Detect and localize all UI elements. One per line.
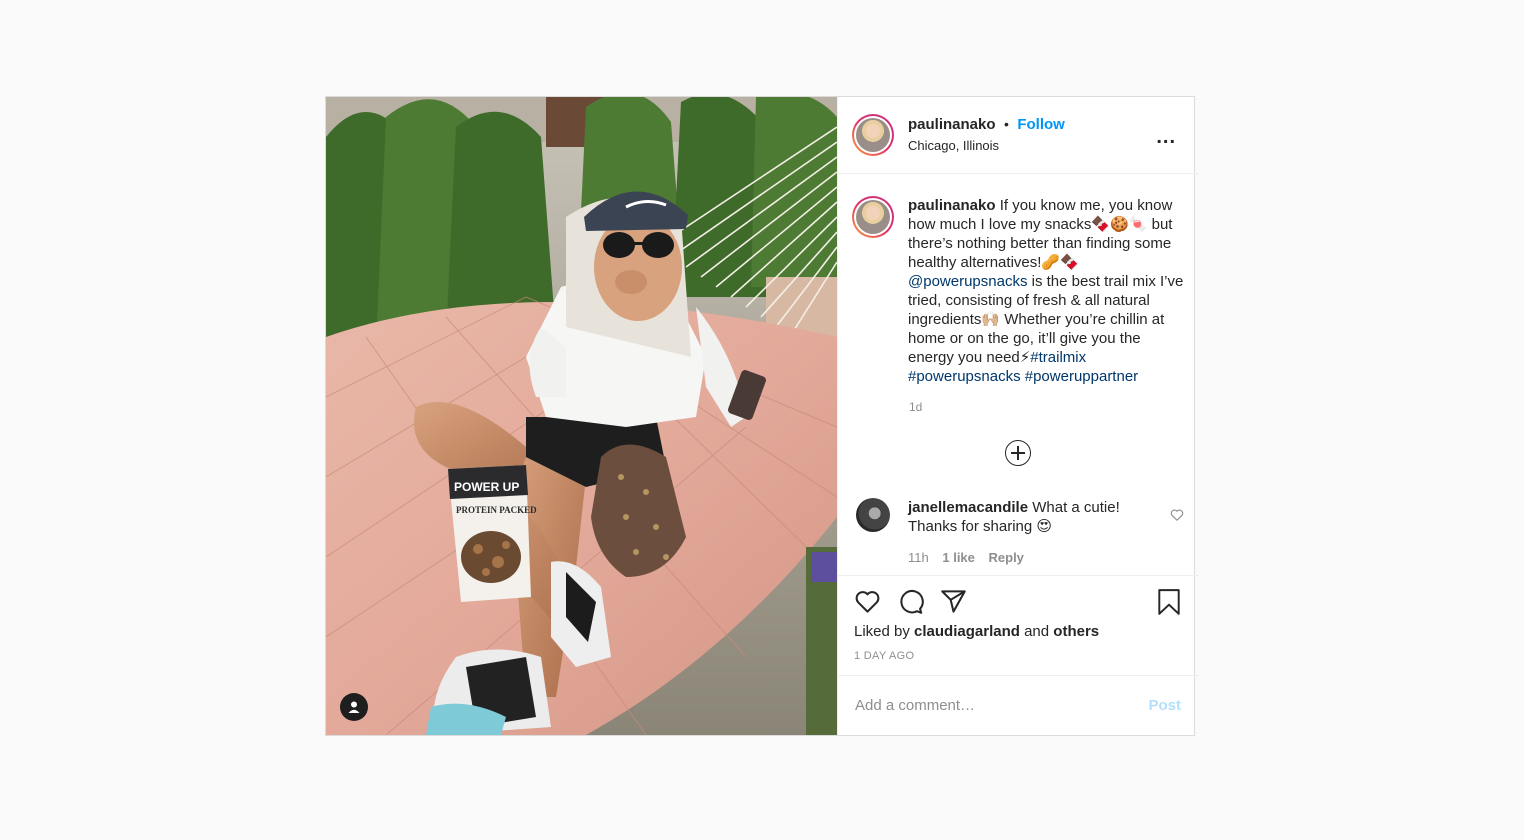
- post-comment-button[interactable]: Post: [1148, 697, 1181, 714]
- post-timestamp[interactable]: 1 DAY AGO: [854, 650, 1182, 662]
- caption-username[interactable]: paulinanako: [908, 197, 996, 214]
- liked-by: Liked by claudiagarland and others: [854, 623, 1182, 640]
- load-more-icon[interactable]: [1005, 440, 1031, 466]
- commenter-username[interactable]: janellemacandile: [908, 499, 1028, 516]
- post-actions: Liked by claudiagarland and others 1 DAY…: [838, 575, 1198, 675]
- caption-text: paulinanako If you know me, you know how…: [908, 196, 1184, 386]
- comment-text: janellemacandile What a cutie! Thanks fo…: [908, 498, 1148, 536]
- bookmark-icon: [1158, 589, 1180, 615]
- small-heart-icon[interactable]: [1170, 508, 1184, 522]
- avatar[interactable]: [852, 114, 894, 156]
- snack-bag-label: PROTEIN PACKED: [456, 505, 537, 515]
- post-image: POWER UP PROTEIN PACKED: [326, 97, 837, 735]
- post-location[interactable]: Chicago, Illinois: [908, 138, 1065, 155]
- liked-by-user[interactable]: claudiagarland: [914, 623, 1020, 640]
- post-dialog: POWER UP PROTEIN PACKED paulinanako • Fo…: [325, 96, 1198, 736]
- comment-timestamp: 11h: [908, 550, 929, 565]
- like-button[interactable]: [854, 588, 881, 615]
- hashtag-link[interactable]: #powerupsnacks: [908, 368, 1021, 385]
- hashtag-link[interactable]: #trailmix: [1030, 349, 1086, 366]
- comment-item: janellemacandile What a cutie! Thanks fo…: [852, 498, 1184, 536]
- comment-icon: [900, 590, 924, 614]
- post-photo[interactable]: POWER UP PROTEIN PACKED: [326, 97, 837, 735]
- caption: paulinanako If you know me, you know how…: [852, 196, 1184, 386]
- heart-icon: [855, 591, 880, 613]
- mention-link[interactable]: @powerupsnacks: [908, 273, 1027, 290]
- more-options-icon[interactable]: ...: [1156, 126, 1176, 149]
- snack-bag-brand: POWER UP: [454, 480, 519, 494]
- comment-button[interactable]: [897, 588, 924, 615]
- reply-button[interactable]: Reply: [989, 550, 1024, 565]
- post-side-panel: paulinanako • Follow Chicago, Illinois .…: [837, 97, 1198, 735]
- comment-input[interactable]: [855, 697, 1149, 714]
- commenter-avatar[interactable]: [856, 498, 890, 532]
- follow-button[interactable]: Follow: [1017, 116, 1065, 133]
- add-comment-bar: Post: [838, 675, 1198, 735]
- comment-likes[interactable]: 1 like: [942, 550, 975, 565]
- liked-and: and: [1019, 623, 1054, 640]
- comment-meta: 11h 1 like Reply: [908, 550, 1184, 565]
- user-tag-icon: [348, 701, 360, 713]
- author-username[interactable]: paulinanako: [908, 116, 996, 133]
- comments-section[interactable]: paulinanako If you know me, you know how…: [838, 174, 1198, 575]
- post-header: paulinanako • Follow Chicago, Illinois .…: [838, 97, 1198, 174]
- liked-others[interactable]: others: [1053, 623, 1099, 640]
- caption-timestamp: 1d: [909, 400, 923, 414]
- user-tag-button[interactable]: [340, 693, 368, 721]
- hashtag-link[interactable]: #poweruppartner: [1025, 368, 1138, 385]
- caption-avatar[interactable]: [852, 196, 894, 238]
- share-button[interactable]: [940, 588, 967, 615]
- separator-dot: •: [1003, 116, 1009, 133]
- share-icon: [941, 590, 966, 613]
- liked-by-prefix: Liked by: [854, 623, 915, 640]
- save-button[interactable]: [1156, 588, 1182, 621]
